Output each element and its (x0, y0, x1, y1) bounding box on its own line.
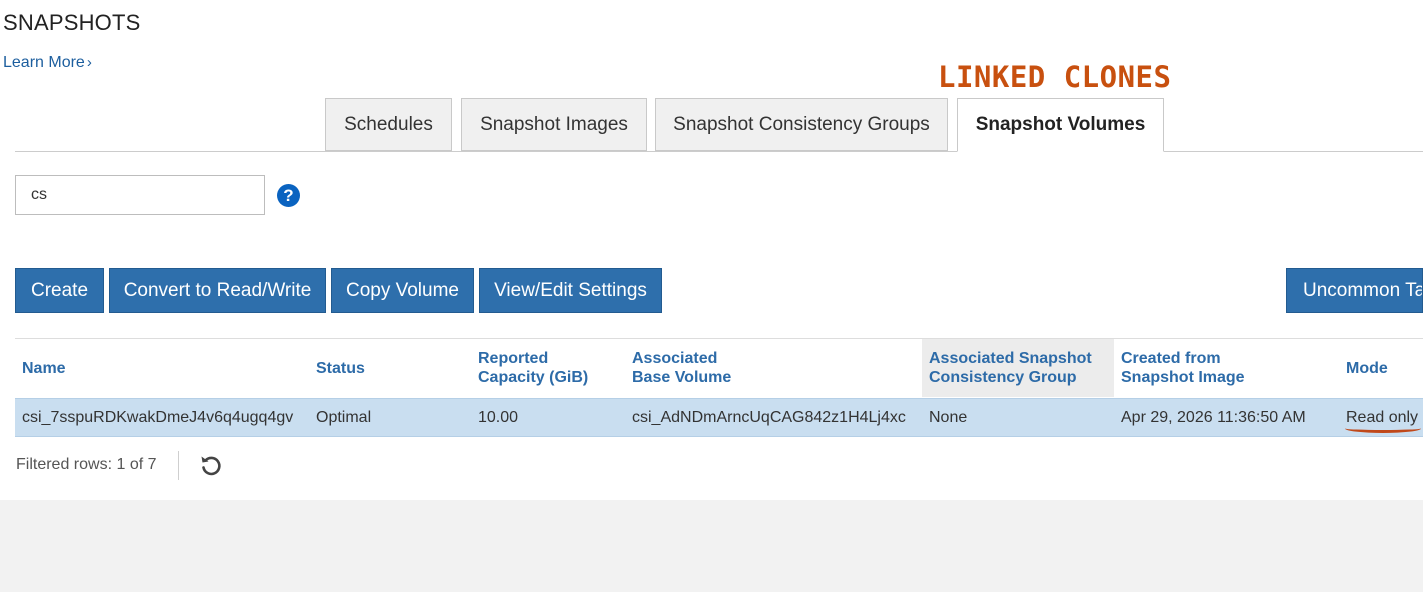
learn-more-link[interactable]: Learn More › (3, 54, 92, 72)
learn-more-label: Learn More (3, 54, 85, 71)
column-header-capacity[interactable]: Reported Capacity (GiB) (471, 339, 625, 397)
column-header-base-volume-label: Associated Base Volume (632, 350, 732, 386)
page-background-panel (0, 500, 1423, 592)
cell-base-volume: csi_AdNDmArncUqCAG842z1H4Lj4xc (632, 408, 906, 426)
column-header-status-label: Status (316, 359, 365, 377)
column-header-name-label: Name (22, 359, 66, 377)
tab-snapshot-images[interactable]: Snapshot Images (461, 98, 647, 151)
cell-status: Optimal (316, 408, 372, 426)
uncommon-tasks-button[interactable]: Uncommon Ta (1286, 268, 1423, 313)
chevron-right-icon: › (86, 54, 92, 71)
mode-annotation-underline (1345, 424, 1421, 433)
cell-snapshot-image: Apr 29, 2026 11:36:50 AM (1121, 408, 1306, 426)
tab-snapshot-consistency-groups[interactable]: Snapshot Consistency Groups (655, 98, 948, 151)
refresh-icon[interactable] (198, 452, 224, 478)
column-header-name[interactable]: Name (15, 339, 309, 397)
cell-consistency-group: None (929, 408, 968, 426)
view-edit-settings-button[interactable]: View/Edit Settings (479, 268, 662, 313)
column-header-capacity-label: Reported Capacity (GiB) (478, 350, 589, 386)
filter-input[interactable] (15, 175, 265, 215)
copy-volume-button[interactable]: Copy Volume (331, 268, 474, 313)
filtered-rows-count: Filtered rows: 1 of 7 (16, 456, 157, 473)
column-header-mode[interactable]: Mode (1339, 339, 1423, 397)
create-button[interactable]: Create (15, 268, 104, 313)
column-header-snapshot-image[interactable]: Created from Snapshot Image (1114, 339, 1339, 397)
column-header-snapshot-image-label: Created from Snapshot Image (1121, 350, 1245, 386)
tab-snapshot-volumes[interactable]: Snapshot Volumes (957, 98, 1164, 152)
cell-capacity: 10.00 (478, 408, 519, 426)
footer-divider (178, 451, 179, 480)
column-header-base-volume[interactable]: Associated Base Volume (625, 339, 922, 397)
help-glyph: ? (283, 185, 294, 205)
column-header-consistency-group[interactable]: Associated Snapshot Consistency Group (922, 339, 1114, 397)
page-title: SNAPSHOTS (3, 10, 141, 35)
column-header-consistency-group-label: Associated Snapshot Consistency Group (929, 350, 1092, 386)
linked-clones-annotation: LINKED CLONES (938, 60, 1172, 94)
column-header-status[interactable]: Status (309, 339, 471, 397)
help-icon[interactable]: ? (277, 184, 300, 207)
tabs-divider (15, 151, 1423, 152)
cell-name: csi_7sspuRDKwakDmeJ4v6q4ugq4gv (22, 408, 294, 426)
convert-to-read-write-button[interactable]: Convert to Read/Write (109, 268, 326, 313)
column-header-mode-label: Mode (1346, 359, 1388, 377)
tab-schedules[interactable]: Schedules (325, 98, 452, 151)
